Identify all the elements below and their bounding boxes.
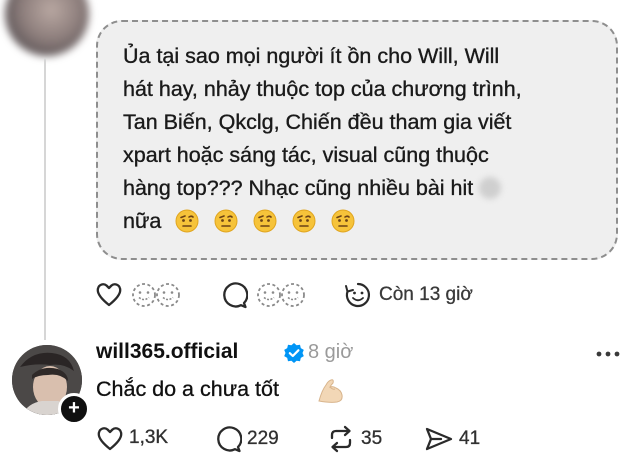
comment-button[interactable]	[220, 281, 248, 309]
raised-eyebrow-emoji	[175, 209, 199, 233]
reply-username[interactable]: will365.official	[96, 340, 238, 364]
repost-count: 35	[361, 428, 383, 449]
post-text: Ủa tại sao mọi người ít ồn cho Will, Wil…	[123, 40, 608, 243]
more-options-icon[interactable]	[595, 350, 621, 358]
follow-plus-button[interactable]: +	[58, 393, 90, 425]
post-line: Ủa tại sao mọi người ít ồn cho Will, Wil…	[123, 44, 500, 68]
reaction-placeholder	[256, 281, 306, 309]
emoji-row	[175, 209, 364, 243]
repost-icon	[330, 425, 352, 453]
post-line-text: nữa	[123, 209, 162, 233]
comment-count: 229	[247, 428, 279, 449]
original-poster-avatar[interactable]	[5, 0, 89, 56]
post-line: hàng top??? Nhạc cũng nhiều bài hit	[123, 172, 608, 205]
disappearing-smiley-icon	[345, 282, 370, 308]
reaction-placeholder	[131, 281, 181, 309]
send-icon	[425, 427, 453, 451]
post-line: xpart hoặc sáng tác, visual cũng thuộc	[123, 143, 489, 167]
flexed-biceps-emoji	[318, 379, 343, 403]
raised-eyebrow-emoji	[253, 209, 277, 233]
comment-button[interactable]: 229	[214, 425, 279, 453]
post-line: nữa	[123, 205, 608, 243]
heart-icon	[96, 283, 122, 307]
comment-icon	[223, 282, 248, 309]
like-button[interactable]: 1,3K	[96, 425, 168, 451]
post-line: hát hay, nhảy thuộc top của chương trình…	[123, 77, 522, 101]
share-button[interactable]: 41	[424, 425, 480, 453]
share-count: 41	[459, 428, 481, 449]
dashed-smiley-icon	[257, 283, 305, 307]
post-line-text: hàng top??? Nhạc cũng nhiều bài hit	[123, 176, 474, 200]
dashed-smiley-icon	[132, 283, 180, 307]
comment-icon	[217, 426, 242, 453]
raised-eyebrow-emoji	[292, 209, 316, 233]
reply-text: Chắc do a chưa tốt	[96, 377, 279, 401]
blurred-emoji	[479, 177, 502, 199]
repost-button[interactable]: 35	[326, 425, 382, 453]
heart-icon	[97, 427, 123, 451]
time-remaining-label: Còn 13 giờ	[379, 284, 473, 305]
raised-eyebrow-emoji	[214, 209, 238, 233]
like-button[interactable]	[95, 281, 123, 307]
raised-eyebrow-emoji	[331, 209, 355, 233]
post-line: Tan Biến, Qkclg, Chiến đều tham gia viết	[123, 110, 512, 134]
like-count: 1,3K	[129, 427, 169, 448]
expiry-indicator: Còn 13 giờ	[343, 281, 473, 309]
verified-badge-icon	[284, 343, 304, 363]
reply-timestamp: 8 giờ	[308, 341, 354, 363]
thread-line	[44, 58, 46, 340]
